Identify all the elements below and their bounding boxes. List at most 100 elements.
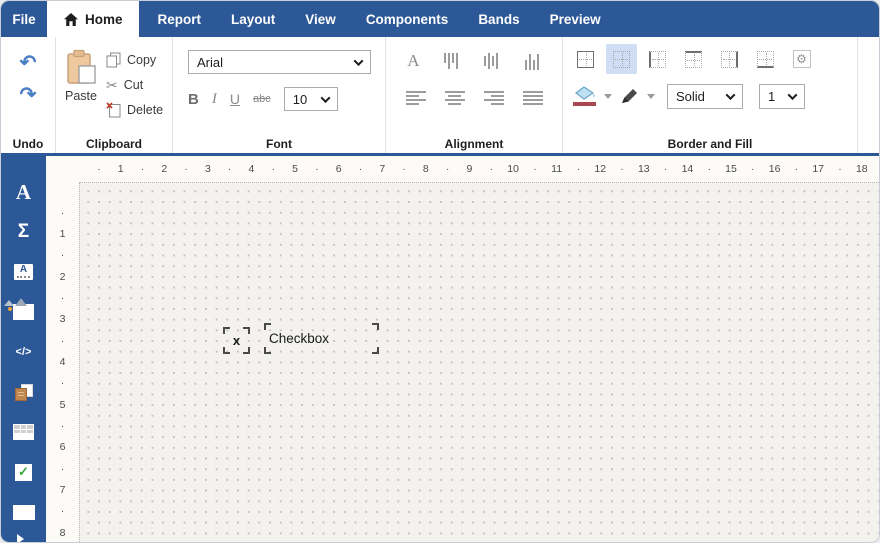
selection-handle[interactable]: [223, 327, 230, 334]
ruler-mark: ·: [794, 163, 799, 175]
selection-handle[interactable]: [264, 323, 271, 330]
line-style-select[interactable]: Solid: [667, 83, 743, 109]
expand-arrow-icon: [17, 534, 24, 542]
valign-middle-button[interactable]: [482, 53, 500, 70]
ruler-mark: ·: [60, 462, 65, 475]
border-top-icon: [685, 50, 702, 68]
toolbox-expand-button[interactable]: [1, 534, 46, 542]
border-left-button[interactable]: [642, 44, 673, 74]
ruler-mark: 11: [551, 163, 563, 175]
redo-button[interactable]: ↷: [15, 83, 41, 107]
fill-color-swatch: [573, 102, 596, 106]
tool-picture[interactable]: [1, 292, 46, 332]
bold-button[interactable]: B: [188, 91, 199, 108]
selection-handle[interactable]: [372, 323, 379, 330]
font-family-select[interactable]: Arial: [188, 50, 371, 74]
border-right-icon: [721, 50, 738, 68]
report-page[interactable]: [79, 182, 879, 542]
border-none-icon: [613, 50, 630, 68]
line-style-value: Solid: [676, 88, 705, 104]
cut-button[interactable]: ✂ Cut: [106, 73, 163, 97]
fill-color-dropdown-icon[interactable]: [604, 93, 612, 99]
font-size-select[interactable]: 10: [283, 87, 338, 111]
copy-button[interactable]: Copy: [106, 48, 163, 72]
border-all-button[interactable]: [570, 44, 601, 74]
paste-label: Paste: [65, 89, 97, 103]
ribbon-group-undo: ↶ ↷ Undo: [1, 37, 56, 153]
valign-top-button[interactable]: [442, 52, 460, 70]
tab-components[interactable]: Components: [351, 1, 464, 37]
delete-button[interactable]: Delete: [106, 98, 163, 122]
align-left-button[interactable]: [405, 91, 426, 105]
undo-group-label: Undo: [12, 137, 44, 151]
tab-view[interactable]: View: [290, 1, 351, 37]
ruler-mark: 5: [59, 398, 66, 411]
tab-layout[interactable]: Layout: [216, 1, 290, 37]
chevron-down-icon: [353, 55, 364, 66]
align-right-button[interactable]: [483, 91, 504, 105]
tool-label[interactable]: A: [1, 252, 46, 292]
line-color-dropdown-icon[interactable]: [647, 93, 655, 99]
paste-icon: [67, 49, 96, 84]
ruler-mark: ·: [533, 163, 537, 175]
border-none-button[interactable]: [606, 44, 637, 74]
checkbox-component[interactable]: x: [223, 327, 250, 354]
tab-home[interactable]: Home: [50, 1, 139, 37]
chevron-down-icon: [320, 92, 331, 103]
border-bottom-button[interactable]: [750, 44, 781, 74]
ruler-mark: 18: [855, 163, 868, 175]
gear-icon: ⚙: [792, 50, 811, 68]
italic-button[interactable]: I: [212, 91, 217, 108]
tool-formula[interactable]: Σ: [1, 212, 46, 252]
ruler-mark: ·: [140, 163, 145, 175]
valign-bottom-button[interactable]: [523, 53, 541, 70]
tool-text[interactable]: A: [1, 172, 46, 212]
tab-home-label: Home: [85, 11, 123, 27]
font-color-button[interactable]: A: [407, 51, 419, 71]
tool-html[interactable]: </>: [1, 332, 46, 372]
tab-file[interactable]: File: [1, 1, 47, 37]
horizontal-ruler: · 1 · 2 · 3 · 4 · 5 · 6 · 7 · 8 · 9 · 10 · 11 · 12 · 13 · 14 · 15 · 16 ·…: [46, 156, 879, 182]
html-icon: </>: [15, 346, 32, 358]
font-size-value: 10: [292, 91, 308, 107]
underline-button[interactable]: U: [230, 91, 240, 107]
align-justify-button[interactable]: [522, 91, 543, 105]
selection-handle[interactable]: [223, 347, 230, 354]
align-center-button[interactable]: [444, 91, 465, 105]
ruler-mark: 14: [681, 163, 694, 175]
ruler-mark: ·: [60, 334, 65, 347]
line-color-button[interactable]: [620, 88, 639, 105]
undo-icon: ↶: [19, 52, 37, 74]
selection-handle[interactable]: [243, 347, 250, 354]
ruler-mark: ·: [576, 163, 581, 175]
ruler-mark: ·: [60, 420, 65, 433]
tab-report[interactable]: Report: [143, 1, 217, 37]
selection-handle[interactable]: [372, 347, 379, 354]
undo-button[interactable]: ↶: [15, 51, 41, 75]
component-toolbox: A Σ A </> ✓: [1, 156, 46, 542]
border-top-button[interactable]: [678, 44, 709, 74]
label-icon: A: [14, 264, 33, 280]
border-settings-button[interactable]: ⚙: [786, 44, 817, 74]
ruler-mark: ·: [620, 163, 624, 175]
redo-icon: ↷: [19, 84, 37, 106]
tool-checkbox[interactable]: ✓: [1, 452, 46, 492]
tool-barcode[interactable]: [1, 492, 46, 532]
fill-color-button[interactable]: [573, 86, 596, 106]
border-group-label: Border and Fill: [667, 137, 753, 151]
picture-icon: [8, 304, 34, 320]
ruler-mark: ·: [751, 163, 755, 175]
ruler-mark: 5: [292, 163, 298, 175]
checkbox-label-component[interactable]: Checkbox: [264, 323, 379, 354]
paste-button[interactable]: Paste: [64, 46, 98, 123]
line-width-select[interactable]: 1: [759, 83, 805, 109]
strikethrough-button[interactable]: abc: [253, 93, 271, 105]
ruler-mark: ·: [184, 163, 188, 175]
tab-bands[interactable]: Bands: [463, 1, 534, 37]
selection-handle[interactable]: [264, 347, 271, 354]
tool-subreport[interactable]: [1, 372, 46, 412]
border-right-button[interactable]: [714, 44, 745, 74]
selection-handle[interactable]: [243, 327, 250, 334]
tab-preview[interactable]: Preview: [535, 1, 616, 37]
tool-table[interactable]: [1, 412, 46, 452]
